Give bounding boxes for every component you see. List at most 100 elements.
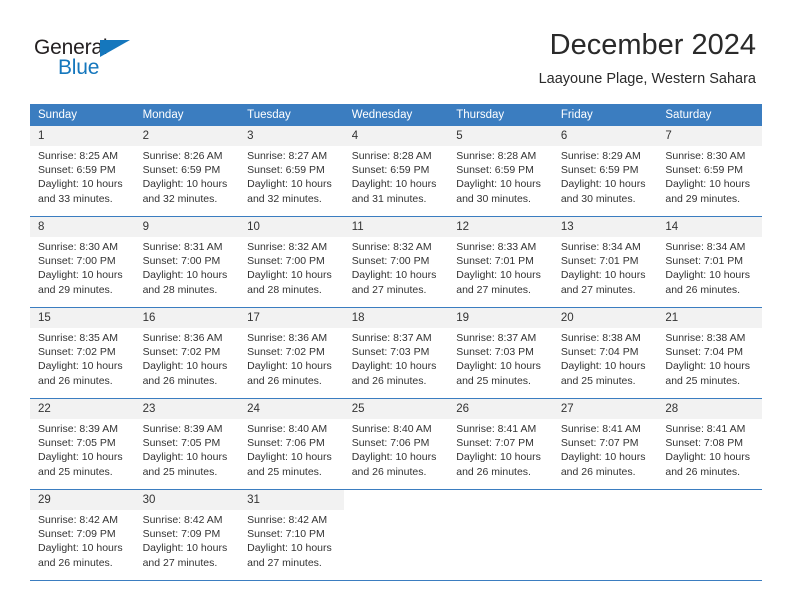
daylight-duration-line1: Daylight: 10 hours [38,451,123,464]
day-cell-content: 26 Sunrise: 8:41 AM Sunset: 7:07 PM Dayligh… [448,399,553,489]
calendar-day-cell[interactable]: 15 Sunrise: 8:35 AM Sunset: 7:02 PM Dayligh… [30,307,135,399]
day-cell-content: 28 Sunrise: 8:41 AM Sunset: 7:08 PM Dayligh… [657,399,762,489]
daylight-duration-line2: and 25 minutes. [665,374,741,387]
sunset-time: Sunset: 6:59 PM [38,164,116,177]
day-number: 3 [239,126,344,146]
sunrise-time: Sunrise: 8:29 AM [560,150,641,162]
day-cell-content: 15 Sunrise: 8:35 AM Sunset: 7:02 PM Dayligh… [30,308,135,398]
day-number: 20 [552,308,658,328]
calendar-day-cell[interactable]: 21 Sunrise: 8:38 AM Sunset: 7:04 PM Dayligh… [657,307,762,399]
calendar-day-cell[interactable]: 25 Sunrise: 8:40 AM Sunset: 7:06 PM Dayligh… [343,398,449,490]
sunrise-sunset-calendar: Sunday Monday Tuesday Wednesday Thursday… [30,104,762,581]
day-details: Sunrise: 8:32 AM Sunset: 7:00 PM Daylight:… [239,237,344,297]
calendar-day-cell[interactable]: 27 Sunrise: 8:41 AM Sunset: 7:07 PM Dayligh… [552,398,658,490]
day-cell-content: 7 Sunrise: 8:30 AM Sunset: 6:59 PM Daylight… [657,126,762,216]
day-number: 8 [30,217,135,237]
weekday-header-thursday: Thursday [448,104,553,126]
title-block: December 2024 Laayoune Plage, Western Sa… [539,28,756,88]
weekday-header-saturday: Saturday [657,104,762,126]
daylight-duration-line1: Daylight: 10 hours [560,360,646,373]
calendar-day-cell[interactable]: 26 Sunrise: 8:41 AM Sunset: 7:07 PM Dayligh… [448,398,553,490]
calendar-day-cell[interactable]: 24 Sunrise: 8:40 AM Sunset: 7:06 PM Dayligh… [239,398,344,490]
sunrise-time: Sunrise: 8:32 AM [247,241,328,253]
sunset-time: Sunset: 7:02 PM [142,346,221,359]
sunrise-time: Sunrise: 8:25 AM [38,150,118,162]
day-number: 13 [552,217,658,237]
day-cell-content: 3 Sunrise: 8:27 AM Sunset: 6:59 PM Daylight… [239,126,344,216]
day-cell-content: 20 Sunrise: 8:38 AM Sunset: 7:04 PM Dayligh… [552,308,658,398]
calendar-day-cell[interactable]: 3 Sunrise: 8:27 AM Sunset: 6:59 PM Daylight… [239,126,344,217]
day-details: Sunrise: 8:41 AM Sunset: 7:07 PM Daylight:… [448,419,553,479]
day-number: 29 [30,490,135,510]
daylight-duration-line1: Daylight: 10 hours [665,178,751,191]
calendar-day-cell[interactable]: 6 Sunrise: 8:29 AM Sunset: 6:59 PM Daylight… [552,126,658,217]
day-number: 10 [239,217,344,237]
day-details: Sunrise: 8:38 AM Sunset: 7:04 PM Daylight:… [657,328,762,388]
day-details: Sunrise: 8:33 AM Sunset: 7:01 PM Daylight:… [448,237,553,297]
calendar-day-cell[interactable]: 14 Sunrise: 8:34 AM Sunset: 7:01 PM Dayligh… [657,216,762,308]
day-cell-content: 21 Sunrise: 8:38 AM Sunset: 7:04 PM Dayligh… [657,308,762,398]
day-details: Sunrise: 8:37 AM Sunset: 7:03 PM Daylight:… [448,328,553,388]
daylight-duration-line1: Daylight: 10 hours [247,451,332,464]
day-details: Sunrise: 8:30 AM Sunset: 6:59 PM Daylight:… [657,146,762,206]
day-details: Sunrise: 8:36 AM Sunset: 7:02 PM Daylight:… [239,328,344,388]
empty-placeholder [344,490,449,580]
day-details: Sunrise: 8:28 AM Sunset: 6:59 PM Daylight:… [448,146,553,206]
sunset-time: Sunset: 7:01 PM [560,255,639,268]
day-number: 18 [343,308,449,328]
day-cell-content: 1 Sunrise: 8:25 AM Sunset: 6:59 PM Daylight… [30,126,135,216]
calendar-day-cell[interactable]: 28 Sunrise: 8:41 AM Sunset: 7:08 PM Dayligh… [657,398,762,490]
day-number: 15 [30,308,135,328]
calendar-day-cell[interactable]: 22 Sunrise: 8:39 AM Sunset: 7:05 PM Dayligh… [30,398,135,490]
calendar-day-cell[interactable]: 4 Sunrise: 8:28 AM Sunset: 6:59 PM Daylight… [343,126,449,217]
daylight-duration-line1: Daylight: 10 hours [142,269,228,282]
calendar-day-cell[interactable]: 13 Sunrise: 8:34 AM Sunset: 7:01 PM Dayligh… [552,216,658,308]
general-blue-logo[interactable]: General Blue [34,36,154,82]
sunset-time: Sunset: 7:01 PM [665,255,744,268]
calendar-day-cell[interactable]: 23 Sunrise: 8:39 AM Sunset: 7:05 PM Dayligh… [134,398,240,490]
calendar-day-cell[interactable]: 10 Sunrise: 8:32 AM Sunset: 7:00 PM Dayligh… [239,216,344,308]
sunrise-time: Sunrise: 8:30 AM [38,241,118,253]
calendar-day-cell[interactable]: 9 Sunrise: 8:31 AM Sunset: 7:00 PM Daylight… [134,216,240,308]
day-cell-content: 10 Sunrise: 8:32 AM Sunset: 7:00 PM Dayligh… [239,217,344,307]
daylight-duration-line1: Daylight: 10 hours [560,178,646,191]
calendar-day-cell[interactable]: 20 Sunrise: 8:38 AM Sunset: 7:04 PM Dayligh… [552,307,658,399]
calendar-day-cell[interactable]: 17 Sunrise: 8:36 AM Sunset: 7:02 PM Dayligh… [239,307,344,399]
sunset-time: Sunset: 7:07 PM [456,437,534,450]
day-details: Sunrise: 8:39 AM Sunset: 7:05 PM Daylight:… [30,419,135,479]
calendar-week-row: 8 Sunrise: 8:30 AM Sunset: 7:00 PM Daylight… [30,216,762,308]
day-number: 24 [239,399,344,419]
day-number: 21 [657,308,762,328]
calendar-day-cell[interactable]: 31 Sunrise: 8:42 AM Sunset: 7:10 PM Dayligh… [239,489,344,581]
sunset-time: Sunset: 7:00 PM [142,255,221,268]
calendar-day-cell[interactable]: 12 Sunrise: 8:33 AM Sunset: 7:01 PM Dayligh… [448,216,553,308]
calendar-day-cell[interactable]: 7 Sunrise: 8:30 AM Sunset: 6:59 PM Daylight… [657,126,762,217]
calendar-day-cell[interactable]: 8 Sunrise: 8:30 AM Sunset: 7:00 PM Daylight… [30,216,135,308]
calendar-day-cell[interactable]: 5 Sunrise: 8:28 AM Sunset: 6:59 PM Daylight… [448,126,553,217]
day-details: Sunrise: 8:34 AM Sunset: 7:01 PM Daylight:… [657,237,762,297]
calendar-day-cell[interactable]: 30 Sunrise: 8:42 AM Sunset: 7:09 PM Dayligh… [134,489,240,581]
calendar-day-cell[interactable]: 2 Sunrise: 8:26 AM Sunset: 6:59 PM Daylight… [134,126,240,217]
sunrise-time: Sunrise: 8:32 AM [351,241,432,253]
calendar-day-cell[interactable]: 11 Sunrise: 8:32 AM Sunset: 7:00 PM Dayligh… [343,216,449,308]
daylight-duration-line2: and 25 minutes. [560,374,636,387]
day-number: 28 [657,399,762,419]
calendar-day-cell[interactable]: 18 Sunrise: 8:37 AM Sunset: 7:03 PM Dayligh… [343,307,449,399]
weekday-header-wednesday: Wednesday [343,104,449,126]
day-cell-content: 17 Sunrise: 8:36 AM Sunset: 7:02 PM Dayligh… [239,308,344,398]
sunset-time: Sunset: 7:07 PM [560,437,639,450]
sunset-time: Sunset: 7:09 PM [142,528,221,541]
day-cell-content: 29 Sunrise: 8:42 AM Sunset: 7:09 PM Dayligh… [30,490,135,580]
calendar-day-cell[interactable]: 29 Sunrise: 8:42 AM Sunset: 7:09 PM Dayligh… [30,489,135,581]
day-details: Sunrise: 8:27 AM Sunset: 6:59 PM Daylight:… [239,146,344,206]
daylight-duration-line1: Daylight: 10 hours [38,269,123,282]
daylight-duration-line2: and 26 minutes. [456,465,531,478]
calendar-day-cell[interactable]: 16 Sunrise: 8:36 AM Sunset: 7:02 PM Dayligh… [134,307,240,399]
daylight-duration-line1: Daylight: 10 hours [142,178,228,191]
daylight-duration-line2: and 26 minutes. [247,374,322,387]
day-cell-content: 11 Sunrise: 8:32 AM Sunset: 7:00 PM Dayligh… [343,217,449,307]
calendar-day-cell[interactable]: 19 Sunrise: 8:37 AM Sunset: 7:03 PM Dayligh… [448,307,553,399]
sunset-time: Sunset: 7:04 PM [665,346,744,359]
page-header: General Blue December 2024 Laayoune Plag… [0,0,792,104]
calendar-day-cell[interactable]: 1 Sunrise: 8:25 AM Sunset: 6:59 PM Daylight… [30,126,135,217]
